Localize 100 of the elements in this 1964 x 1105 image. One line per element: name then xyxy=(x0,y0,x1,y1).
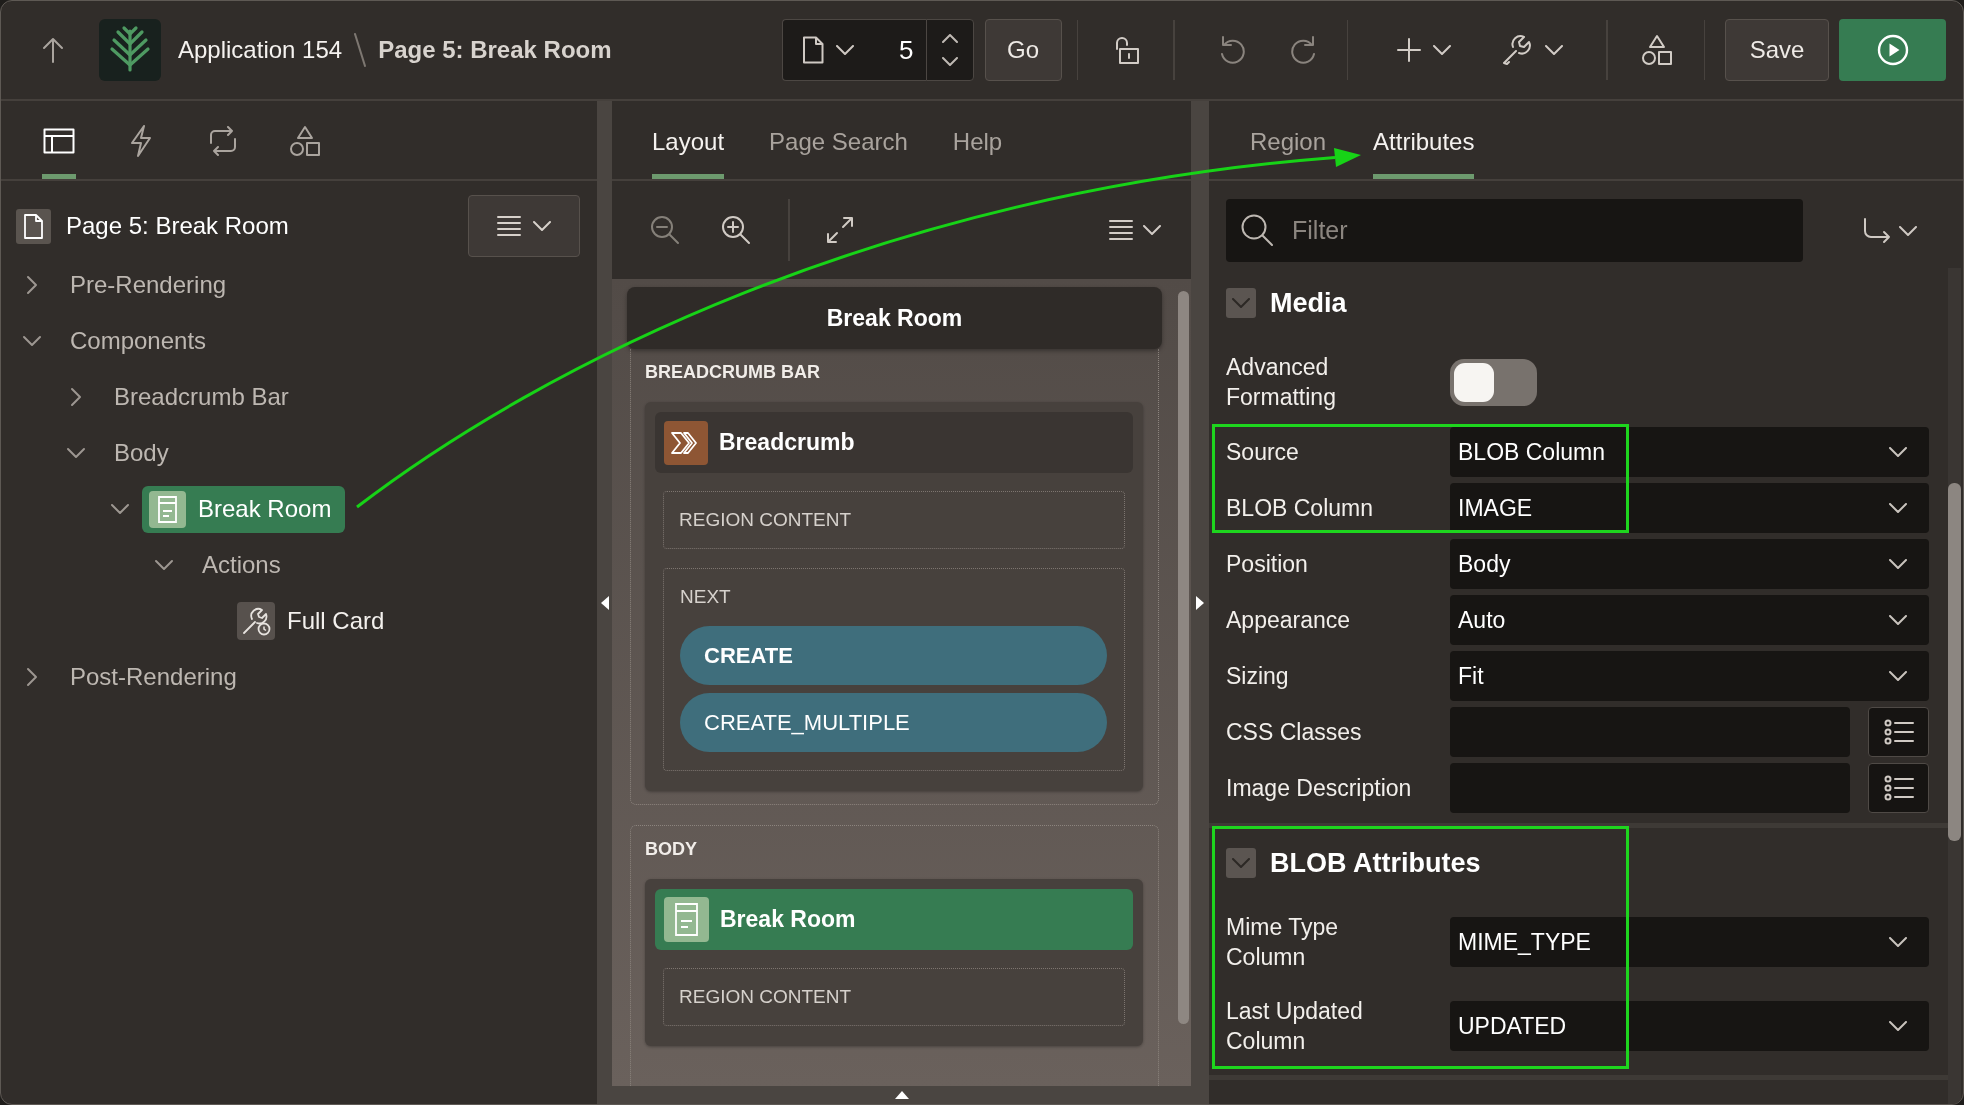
chevron-down-icon[interactable] xyxy=(66,447,86,459)
page-button[interactable]: CREATE xyxy=(680,626,1107,685)
wrench-clock-icon xyxy=(237,602,275,640)
go-to-group-button[interactable] xyxy=(1863,217,1917,244)
chevron-right-icon[interactable] xyxy=(26,667,38,687)
property-label: Position xyxy=(1226,551,1308,577)
page-list-button[interactable] xyxy=(781,19,874,81)
tools-menu-button[interactable] xyxy=(1501,34,1563,66)
chevron-down-icon xyxy=(1545,45,1563,55)
select-field[interactable]: IMAGE xyxy=(1450,483,1929,533)
page-number-field[interactable]: 5 xyxy=(873,19,926,81)
select-field[interactable]: Fit xyxy=(1450,651,1929,701)
shapes-icon xyxy=(288,124,322,157)
chevron-right-icon[interactable] xyxy=(70,387,82,407)
layout-grid-icon xyxy=(43,127,75,154)
add-menu-button[interactable] xyxy=(1397,38,1451,62)
section-title: Media xyxy=(1270,287,1347,319)
collapse-arrow-icon[interactable] xyxy=(894,1091,909,1099)
slot-label: NEXT xyxy=(680,585,731,608)
search-icon xyxy=(1241,214,1273,246)
collapse-arrow-icon[interactable] xyxy=(600,595,609,610)
document-icon xyxy=(149,490,186,528)
chevron-down-icon xyxy=(1143,225,1161,235)
property-label: Last Updated Column xyxy=(1226,998,1363,1054)
chevron-down-icon[interactable] xyxy=(941,57,958,66)
region-header[interactable]: Break Room xyxy=(655,889,1133,950)
chevron-up-icon[interactable] xyxy=(941,34,958,43)
property-label: Mime Type Column xyxy=(1226,914,1339,970)
filter-field[interactable]: Filter xyxy=(1226,199,1803,262)
list-picker-button[interactable] xyxy=(1868,763,1929,813)
shapes-icon[interactable] xyxy=(1639,34,1674,66)
collapse-toggle-button[interactable] xyxy=(1226,288,1256,318)
tree-item[interactable]: Full Card xyxy=(230,597,399,645)
tree-root-item[interactable]: Page 5: Break Room xyxy=(16,208,289,244)
chevron-down-icon xyxy=(1232,858,1250,868)
page-icon xyxy=(802,36,824,64)
chevron-down-icon[interactable] xyxy=(154,559,174,571)
up-arrow-icon[interactable] xyxy=(42,36,64,64)
chevron-down-icon xyxy=(1889,671,1907,681)
play-icon xyxy=(1876,34,1909,66)
collapse-arrow-icon[interactable] xyxy=(1196,595,1204,610)
chevron-down-icon xyxy=(836,45,854,55)
chevron-down-icon xyxy=(1889,937,1907,947)
menu-lines-icon xyxy=(1109,219,1133,241)
list-picker-button[interactable] xyxy=(1868,707,1929,757)
position-label: BREADCRUMB BAR xyxy=(645,361,820,384)
tree-item[interactable]: Breadcrumb Bar xyxy=(98,373,305,421)
select-field[interactable]: Auto xyxy=(1450,595,1929,645)
select-field[interactable]: BLOB Column xyxy=(1450,427,1929,477)
tree-item[interactable]: Post-Rendering xyxy=(54,653,253,701)
chevron-down-icon[interactable] xyxy=(110,503,130,515)
tree-item[interactable]: Break Room xyxy=(142,485,346,533)
text-field[interactable] xyxy=(1450,707,1850,757)
tab[interactable]: Layout xyxy=(652,101,725,179)
tree-item[interactable]: Body xyxy=(98,429,185,477)
tree-item[interactable]: Pre-Rendering xyxy=(54,261,243,309)
chevron-down-icon xyxy=(1889,503,1907,513)
run-page-button[interactable] xyxy=(1839,19,1946,81)
text-field[interactable] xyxy=(1450,763,1850,813)
region-header[interactable]: Breadcrumb xyxy=(655,412,1133,473)
expand-arrows-icon[interactable] xyxy=(825,216,854,244)
chevron-down-icon[interactable] xyxy=(22,335,42,347)
chevron-down-icon xyxy=(1889,1021,1907,1031)
tree-menu-button[interactable] xyxy=(468,195,580,257)
tab[interactable]: Help xyxy=(952,101,1003,179)
plus-icon xyxy=(1397,38,1421,62)
property-label: Source xyxy=(1226,439,1299,465)
select-field[interactable]: MIME_TYPE xyxy=(1450,917,1929,967)
page-button[interactable]: CREATE_MULTIPLE xyxy=(680,693,1107,752)
list-icon xyxy=(1883,719,1914,745)
tree-logo-icon[interactable] xyxy=(99,19,161,81)
tab[interactable]: Page Search xyxy=(769,101,908,179)
tab[interactable]: Attributes xyxy=(1373,101,1475,179)
unlocked-padlock-icon[interactable] xyxy=(1114,35,1142,65)
chevron-down-icon xyxy=(1899,225,1917,236)
collapse-toggle-button[interactable] xyxy=(1226,848,1256,878)
wrench-icon xyxy=(1501,34,1533,66)
app-name-link[interactable]: Application 154 xyxy=(178,36,343,64)
list-icon xyxy=(1883,775,1914,801)
tab[interactable]: Region xyxy=(1250,101,1327,179)
chevron-down-icon xyxy=(533,221,551,231)
scrollbar-thumb[interactable] xyxy=(1948,483,1961,841)
save-button[interactable]: Save xyxy=(1725,19,1829,81)
property-label: Sizing xyxy=(1226,663,1289,689)
view-menu-button[interactable] xyxy=(1109,219,1161,241)
tree-item[interactable]: Actions xyxy=(186,541,297,589)
property-label: Advanced Formatting xyxy=(1226,354,1336,410)
chevron-right-icon[interactable] xyxy=(26,275,38,295)
page-title: Page 5: Break Room xyxy=(378,36,612,64)
go-button[interactable]: Go xyxy=(984,19,1062,81)
scrollbar-thumb[interactable] xyxy=(1178,291,1189,1024)
select-field[interactable]: UPDATED xyxy=(1450,1001,1929,1051)
breadcrumb-separator-icon xyxy=(354,33,367,67)
zoom-in-icon[interactable] xyxy=(721,215,751,245)
property-label: Appearance xyxy=(1226,607,1351,633)
tree-item[interactable]: Components xyxy=(54,317,223,365)
chevron-down-icon xyxy=(1889,615,1907,625)
toggle-switch[interactable] xyxy=(1450,358,1537,406)
page-title-bar: Break Room xyxy=(627,287,1162,349)
select-field[interactable]: Body xyxy=(1450,539,1929,589)
